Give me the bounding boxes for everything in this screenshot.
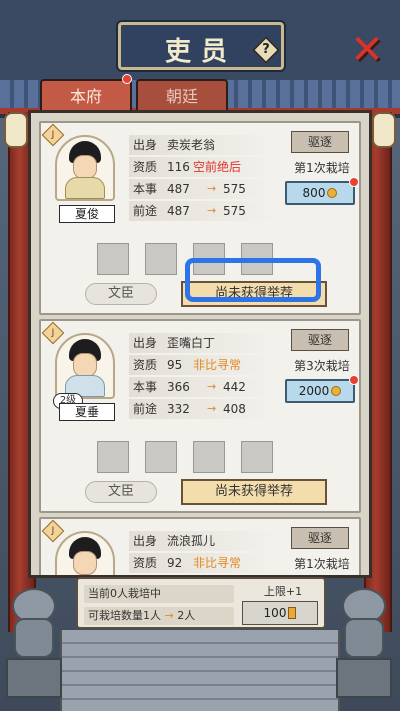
face [73, 155, 97, 179]
official-name: 夏垂 [59, 403, 115, 421]
right-lantern-icon [372, 112, 396, 148]
skill-slot[interactable] [97, 243, 129, 275]
civil-official-tag[interactable]: 文臣 [85, 481, 157, 503]
face [73, 551, 97, 575]
capacity-upgrade-button[interactable]: 100 [242, 601, 318, 625]
origin-row: 出身 流浪孤儿 [129, 531, 277, 551]
stone-lion-icon [336, 588, 392, 698]
skill-slot[interactable] [145, 243, 177, 275]
cultivation-summary: 当前0人栽培中 可栽培数量1人 → 2人 上限+1 100 [76, 577, 326, 629]
prospect-row: 前途 332 → 408 [129, 399, 277, 419]
skill-slot[interactable] [241, 441, 273, 473]
coin-icon [327, 188, 338, 198]
stairs [60, 630, 340, 711]
robe [65, 177, 105, 199]
cultivate-count: 第3次栽培 [294, 359, 350, 373]
capacity-row: 可栽培数量1人 → 2人 [84, 607, 234, 625]
ability-row: 本事 366 → 442 [129, 377, 277, 397]
capacity-upgrade-label: 上限+1 [263, 585, 303, 598]
help-icon: ? [262, 42, 270, 57]
official-card: J 2级 夏垂 出身 歪嘴白丁 资质 95 非比寻常 本事 366 → 442 … [39, 319, 361, 513]
aptitude-row: 资质 95 非比寻常 [129, 355, 277, 375]
quality-label: 空前绝后 [193, 160, 242, 174]
token-icon [288, 607, 297, 619]
stone-lion-icon [6, 588, 62, 698]
notification-dot [122, 74, 132, 84]
tab-local-office[interactable]: 本府 [40, 79, 132, 111]
origin-row: 出身 歪嘴白丁 [129, 333, 277, 353]
coin-icon [331, 386, 342, 396]
current-cultivating: 当前0人栽培中 [84, 585, 234, 603]
expel-button[interactable]: 驱逐 [291, 329, 349, 351]
tab-court[interactable]: 朝廷 [136, 79, 228, 111]
skill-slot[interactable] [97, 441, 129, 473]
quality-label: 非比寻常 [193, 358, 242, 372]
quality-label: 非比寻常 [193, 556, 242, 570]
avatar[interactable] [55, 531, 115, 575]
civil-official-tag[interactable]: 文臣 [85, 283, 157, 305]
officials-list[interactable]: J 夏俊 出身 卖炭老翁 资质 116 空前绝后 本事 487 → 575 前途… [28, 110, 372, 578]
avatar[interactable]: 2级 [53, 333, 115, 409]
notification-dot [349, 375, 359, 385]
cultivate-count: 第1次栽培 [294, 161, 350, 175]
cultivate-button[interactable]: 2000 [285, 379, 355, 403]
avatar[interactable] [55, 135, 115, 201]
close-button[interactable]: ✕ [346, 30, 388, 72]
face [73, 353, 97, 377]
official-name: 夏俊 [59, 205, 115, 223]
official-card: J 出身 流浪孤儿 资质 92 非比寻常 驱逐 第1次栽培 [39, 517, 361, 575]
tutorial-highlight [185, 258, 321, 302]
prospect-row: 前途 487 → 575 [129, 201, 277, 221]
skill-slot[interactable] [193, 441, 225, 473]
expel-button[interactable]: 驱逐 [291, 131, 349, 153]
aptitude-row: 资质 92 非比寻常 [129, 553, 277, 573]
recommend-button[interactable]: 尚未获得举荐 [181, 479, 327, 505]
left-lantern-icon [4, 112, 28, 148]
origin-row: 出身 卖炭老翁 [129, 135, 277, 155]
cultivate-button[interactable]: 800 [285, 181, 355, 205]
ability-row: 本事 487 → 575 [129, 179, 277, 199]
cultivate-count: 第1次栽培 [294, 557, 350, 571]
skill-slot[interactable] [145, 441, 177, 473]
aptitude-row: 资质 116 空前绝后 [129, 157, 277, 177]
notification-dot [349, 177, 359, 187]
expel-button[interactable]: 驱逐 [291, 527, 349, 549]
